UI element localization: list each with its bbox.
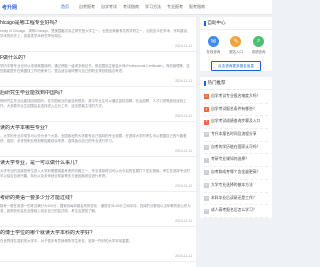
article-date: 2024-11-11 xyxy=(175,44,192,48)
hot-item-text[interactable]: 自学考试报名条件有哪些？ xyxy=(211,104,257,116)
article-date: 2024-11-11 xyxy=(175,254,192,258)
article-date: 2024-11-11 xyxy=(175,219,192,223)
hot-list-item[interactable]: 4 专升本报名时间及流程分享 xyxy=(204,129,268,142)
nav-item[interactable]: 自学考试 xyxy=(98,4,120,10)
hot-item-text[interactable]: 自学考试成绩查询步骤及入口 xyxy=(211,116,260,128)
service-label: 成绩查询 xyxy=(251,50,266,54)
service-label: 报名入口 xyxy=(229,50,243,54)
rank-badge: 8 xyxy=(204,182,209,189)
hot-item-text[interactable]: 考研专业课如何选择？ xyxy=(211,154,249,166)
main-nav: 首页 自考报考 自学考试 考试指南 学习方法 专业报考 报考指南 xyxy=(54,4,208,10)
service-card: 自助中心 ✉ 在线咨询 ✎ 报名入口 ⌕ 成绩查询 点击咨询更多报名信息 xyxy=(200,17,272,71)
article-date: 2024-11-11 xyxy=(175,114,192,118)
article-summary: 大学专业的选择是考生进入大学前需要慎重考虑的问题之一，专业选择得当可以为今后的发… xyxy=(0,169,190,178)
hot-item-text[interactable]: 自考的学历能在国家认可吗？ xyxy=(211,142,260,154)
hot-item-text[interactable]: 自学考试专业报名难度大吗？ xyxy=(211,91,260,103)
hot-list-item[interactable]: 8 大学专业选择的基本方法 xyxy=(204,180,268,193)
service-register[interactable]: ✎ 报名入口 xyxy=(226,36,246,54)
rank-badge: 7 xyxy=(204,170,209,176)
hot-item-text[interactable]: 成人高考报名后怎么学习？ xyxy=(211,205,257,217)
article-item[interactable]: F做什么的？ 学历中等专业也可以申请美国读研，通过获取一级或多种证书，例如国际注… xyxy=(0,52,196,87)
hot-title-text: 热门推荐 xyxy=(207,80,226,85)
article-item[interactable]: 后研究生毕业能找到中国吗？ 院研究生毕业后能找回到国内，在中国就业的途径有很多，… xyxy=(0,87,196,122)
hot-item-text[interactable]: 大学专业选择的基本方法 xyxy=(211,180,253,192)
service-score[interactable]: ⌕ 成绩查询 xyxy=(249,36,269,54)
nav-item[interactable]: 自考报考 xyxy=(76,4,98,10)
article-title[interactable]: 读的大学本哪些专业？ xyxy=(0,125,192,132)
rank-badge: 4 xyxy=(204,132,209,138)
service-label: 在线咨询 xyxy=(206,50,221,54)
article-date: 2024-11-11 xyxy=(175,149,192,153)
search-icon[interactable]: ⌕ xyxy=(253,36,265,47)
hot-recommend-card: 热门推荐 1 自学考试专业报名难度大吗？ 2 自学考试报名条件有哪些？ 3 自学考试成… xyxy=(200,77,272,218)
hot-list-item[interactable]: 1 自学考试专业报名难度大吗？ xyxy=(204,91,268,104)
rank-badge: 1 xyxy=(204,94,209,100)
article-summary: ersity of Chicago，简称Chicago，是美国著名私立研究型大学… xyxy=(0,29,191,38)
article-date: 2024-11-11 xyxy=(175,184,192,188)
title-accent-bar xyxy=(204,20,206,26)
rank-badge: 2 xyxy=(204,106,209,113)
hot-list-item[interactable]: 9 本科毕业后读研还是工作？ xyxy=(204,193,268,206)
article-title[interactable]: 后研究生毕业能找到中国吗？ xyxy=(0,90,192,97)
hot-item-text[interactable]: 自考和成考哪个含金量更高？ xyxy=(211,167,260,179)
article-item[interactable]: 考研的英语一要多少分才能过线？ 报考一般在英语一的考试满分为100分，国家线每年… xyxy=(0,192,196,227)
article-item[interactable]: 的博士学位的哪个就读大学本科的大学好？ 在世界排名靠前的大学中，对于很多有意读博… xyxy=(0,227,196,262)
article-item[interactable]: 读大学专业，是一可以做什么事儿？ 大学专业的选择是考生进入大学前需要慎重考虑的问… xyxy=(0,157,196,192)
hot-item-text[interactable]: 专升本报名时间及流程分享 xyxy=(211,129,257,141)
sidebar: 自助中心 ✉ 在线咨询 ✎ 报名入口 ⌕ 成绩查询 点击咨询更多报名信息 热门推… xyxy=(200,17,272,222)
hot-list-item[interactable]: 7 自考和成考哪个含金量更高？ xyxy=(204,167,268,180)
article-title[interactable]: 的博士学位的哪个就读大学本科的大学好？ xyxy=(0,230,192,237)
hot-list: 1 自学考试专业报名难度大吗？ 2 自学考试报名条件有哪些？ 3 自学考试成绩查询步骤… xyxy=(200,90,272,218)
service-title-text: 自助中心 xyxy=(207,20,226,25)
nav-item[interactable]: 学习方法 xyxy=(142,4,164,10)
site-logo[interactable]: 考升网 xyxy=(2,4,42,11)
service-card-title: 自助中心 xyxy=(200,17,272,30)
article-title[interactable]: hicago是哪工程专业好吗？ xyxy=(0,20,192,27)
rank-badge: 5 xyxy=(204,144,209,151)
article-date: 2024-11-11 xyxy=(175,79,192,83)
article-summary: 院研究生毕业后能找回到国内，在中国就业的途径有很多，其中毕业生可以通过高校招聘、… xyxy=(0,99,187,108)
nav-item[interactable]: 报考指南 xyxy=(186,4,208,10)
top-navigation-bar: 考升网 首页 自考报考 自学考试 考试指南 学习方法 专业报考 报考指南 xyxy=(0,0,272,15)
nav-item-home[interactable]: 首页 xyxy=(54,4,76,10)
title-accent-bar xyxy=(204,80,206,86)
article-summary: ，大学的专业非常多可以分为多个大类，全国各地的大学都有自己独特的专业设置，在选择… xyxy=(0,134,187,143)
article-list: hicago是哪工程专业好吗？ ersity of Chicago，简称Chic… xyxy=(0,17,196,267)
rank-badge: 6 xyxy=(204,157,209,163)
article-summary: 学历中等专业也可以申请美国读研，通过获取一级或多种证书，例如国际注册会计师(Pr… xyxy=(0,64,190,73)
rank-badge: 3 xyxy=(204,119,209,125)
hot-list-item[interactable]: 5 自考的学历能在国家认可吗？ xyxy=(204,142,268,155)
hot-list-item[interactable]: 3 自学考试成绩查询步骤及入口 xyxy=(204,116,268,130)
hot-card-title: 热门推荐 xyxy=(200,77,272,90)
rank-badge: 10 xyxy=(204,208,209,214)
hot-list-item[interactable]: 10 成人高考报名后怎么学习？ xyxy=(204,205,268,218)
hot-item-text[interactable]: 本科毕业后读研还是工作？ xyxy=(211,193,257,205)
rank-badge: 9 xyxy=(204,195,209,201)
service-icon-row: ✉ 在线咨询 ✎ 报名入口 ⌕ 成绩查询 xyxy=(200,30,272,56)
nav-item[interactable]: 考试指南 xyxy=(120,4,142,10)
article-item[interactable]: 读的大学本哪些专业？ ，大学的专业非常多可以分为多个大类，全国各地的大学都有自己… xyxy=(0,122,196,157)
article-item[interactable]: hicago是哪工程专业好吗？ ersity of Chicago，简称Chic… xyxy=(0,17,196,52)
service-consult[interactable]: ✉ 在线咨询 xyxy=(203,36,223,54)
chat-icon[interactable]: ✉ xyxy=(207,36,219,47)
article-summary: 在世界排名靠前的大学中，对于很多有意读博的学生来说，选择一所好的大学非常重要。 xyxy=(0,239,133,243)
article-summary: 报考一般在英语一的考试满分为100分，国家线每年都会有所变化，通常在35-45分… xyxy=(0,204,191,213)
form-icon[interactable]: ✎ xyxy=(230,36,242,47)
hot-list-item[interactable]: 2 自学考试报名条件有哪些？ xyxy=(204,104,268,117)
consult-more-button[interactable]: 点击咨询更多报名信息 xyxy=(211,61,261,71)
article-title[interactable]: F做什么的？ xyxy=(0,55,192,62)
nav-item[interactable]: 专业报考 xyxy=(164,4,186,10)
article-title[interactable]: 考研的英语一要多少分才能过线？ xyxy=(0,195,192,202)
article-title[interactable]: 读大学专业，是一可以做什么事儿？ xyxy=(0,160,192,167)
hot-list-item[interactable]: 6 考研专业课如何选择？ xyxy=(204,154,268,168)
